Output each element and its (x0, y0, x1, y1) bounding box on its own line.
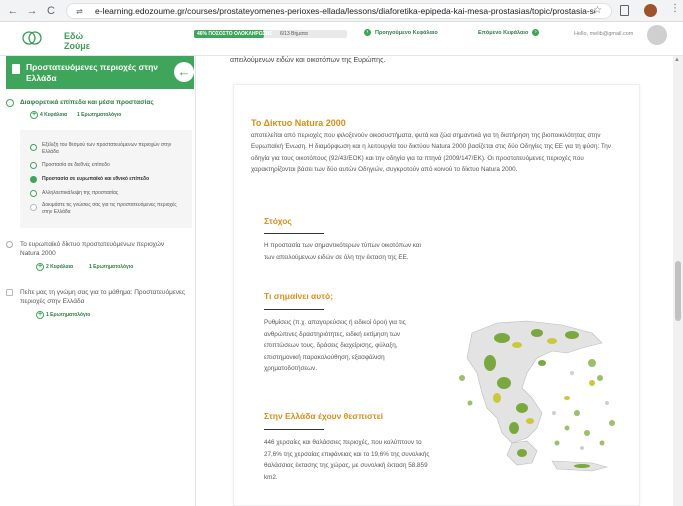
avatar[interactable] (647, 25, 667, 45)
unit-item-2[interactable]: Το ευρωπαϊκό δίκτυο προστατευόμενων περι… (6, 240, 196, 274)
tab-icon[interactable] (620, 5, 629, 16)
logo-icon (22, 31, 42, 45)
unit-item-1[interactable]: Διαφορετικά επίπεδα και μέσα προστασίας … (6, 98, 196, 122)
user-greeting: Hello, melib@gmail.com (574, 31, 634, 37)
progress-circle-icon (30, 204, 37, 211)
sidebar-title: Προστατευόμενες περιοχές στην Ελλάδα (26, 62, 159, 83)
unit-quizzes: 1 Ερωτηματολόγιο (89, 264, 134, 270)
divider (264, 309, 324, 310)
unit-chapters: 4 Κεφάλαια (40, 112, 68, 118)
unit-subitems: Εξέλιξη του θεσμού των προστατευόμενων π… (20, 130, 192, 228)
forward-arrow-icon[interactable]: → (25, 4, 39, 18)
progress-bar: 46% ΠΟΣΟΣΤΟ ΟΛΟΚΛΗΡΩΣΗΣ 6/13 Βήματα (194, 30, 347, 38)
next-chapter-label: Επόμενο Κεφάλαιο (478, 29, 529, 36)
document-icon (12, 64, 20, 74)
url-text[interactable]: e-learning.edozoume.gr/courses/prostatey… (95, 6, 595, 16)
plus-icon[interactable]: + (30, 111, 38, 119)
prev-chapter-button[interactable]: ‹ Προηγούμενο Κεφάλαιο (364, 29, 438, 40)
reload-icon[interactable]: C (44, 4, 58, 18)
divider (264, 233, 324, 234)
means-title: Τι σημαίνει αυτό; (264, 291, 334, 301)
back-arrow-icon[interactable]: ← (6, 4, 20, 18)
chevron-right-icon: › (532, 29, 540, 36)
subitem-link[interactable]: Δοκιμάστε τις γνώσεις σας για τις προστα… (42, 202, 177, 215)
divider (264, 429, 324, 430)
greece-title: Στην Ελλάδα έχουν θεσπιστεί (264, 411, 383, 421)
unit-title: Διαφορετικά επίπεδα και μέσα προστασίας (20, 99, 154, 106)
subitem-link[interactable]: Εξέλιξη του θεσμού των προστατευόμενων π… (42, 142, 177, 155)
sidebar-header: Προστατευόμενες περιοχές στην Ελλάδα ← (6, 56, 194, 89)
browser-toolbar: ← → C ⇌ e-learning.edozoume.gr/courses/p… (0, 0, 683, 22)
chevron-left-icon: ‹ (364, 29, 371, 36)
progress-count: 6/13 Βήματα (280, 31, 308, 37)
lesson-content: απειλούμενων ειδών και οικοτόπων της Ευρ… (197, 56, 673, 506)
progress-circle-icon (6, 99, 14, 107)
unit-item-3[interactable]: Πείτε μας τη γνώμη σας για το μάθημα: Πρ… (6, 288, 196, 322)
site-header: Εδώ Ζούμε 46% ΠΟΣΟΣΤΟ ΟΛΟΚΛΗΡΩΣΗΣ 6/13 Β… (0, 22, 683, 56)
unit-title: Το ευρωπαϊκό δίκτυο προστατευόμενων περι… (20, 241, 165, 257)
subitem-link[interactable]: Προστασία σε διεθνές επίπεδο (42, 162, 177, 169)
progress-circle-icon (6, 241, 13, 248)
natura-title: Το Δίκτυο Natura 2000 (251, 118, 346, 128)
scroll-thumb[interactable] (675, 261, 681, 321)
prev-chapter-label: Προηγούμενο Κεφάλαιο (375, 29, 438, 36)
greece-natura-map (459, 320, 615, 472)
progress-circle-icon (30, 190, 37, 197)
progress-circle-icon (30, 176, 37, 183)
back-arrow-icon[interactable]: ← (174, 62, 194, 82)
profile-icon[interactable] (644, 4, 657, 17)
logo-text: Εδώ Ζούμε (64, 31, 91, 51)
natura-body: αποτελείται από περιοχές που φιλοξενούν … (251, 132, 611, 173)
greece-body: 446 χερσαίες και θαλάσσιες περιοχές, που… (264, 439, 430, 481)
subitem-link-current[interactable]: Προστασία σε ευρωπαϊκό και εθνικό επίπεδ… (42, 176, 177, 183)
unit-quizzes: 1 Ερωτηματολόγιο (46, 312, 91, 318)
address-bar[interactable]: ⇌ e-learning.edozoume.gr/courses/prostat… (66, 3, 612, 19)
subitem-link[interactable]: Αλληλοεπικάλυψη της προστασίας (42, 190, 177, 197)
menu-dots-icon[interactable]: ⋮ (670, 3, 680, 14)
paragraph-fragment: απειλούμενων ειδών και οικοτόπων της Ευρ… (230, 57, 386, 64)
unit-quizzes: 1 Ερωτηματολόγιο (77, 112, 122, 118)
progress-circle-icon (30, 162, 37, 169)
next-chapter-button[interactable]: Επόμενο Κεφάλαιο › (478, 29, 540, 40)
survey-icon (6, 289, 13, 296)
goal-title: Στόχος (264, 216, 292, 226)
means-body: Ρυθμίσεις (π.χ. απαγορεύσεις ή ειδικοί ό… (264, 319, 406, 373)
scroll-up-icon[interactable]: ▲ (674, 57, 680, 63)
unit-title: Πείτε μας τη γνώμη σας για το μάθημα: Πρ… (20, 289, 185, 305)
progress-circle-icon (30, 144, 37, 151)
natura-card: Το Δίκτυο Natura 2000 αποτελείται από πε… (233, 84, 640, 506)
goal-body: Η προστασία των σημαντικότερων τύπων οικ… (264, 242, 421, 261)
logo[interactable]: Εδώ Ζούμε (22, 25, 90, 51)
plus-icon[interactable]: + (36, 311, 44, 319)
unit-chapters: 2 Κεφάλαια (46, 264, 74, 270)
scrollbar[interactable]: ▲ (673, 56, 683, 506)
plus-icon[interactable]: + (36, 263, 44, 271)
site-info-icon[interactable]: ⇌ (76, 7, 88, 16)
star-icon[interactable]: ☆ (593, 5, 602, 16)
progress-label: 46% ΠΟΣΟΣΤΟ ΟΛΟΚΛΗΡΩΣΗΣ (197, 31, 273, 37)
course-sidebar: Προστατευόμενες περιοχές στην Ελλάδα ← Δ… (0, 56, 196, 506)
